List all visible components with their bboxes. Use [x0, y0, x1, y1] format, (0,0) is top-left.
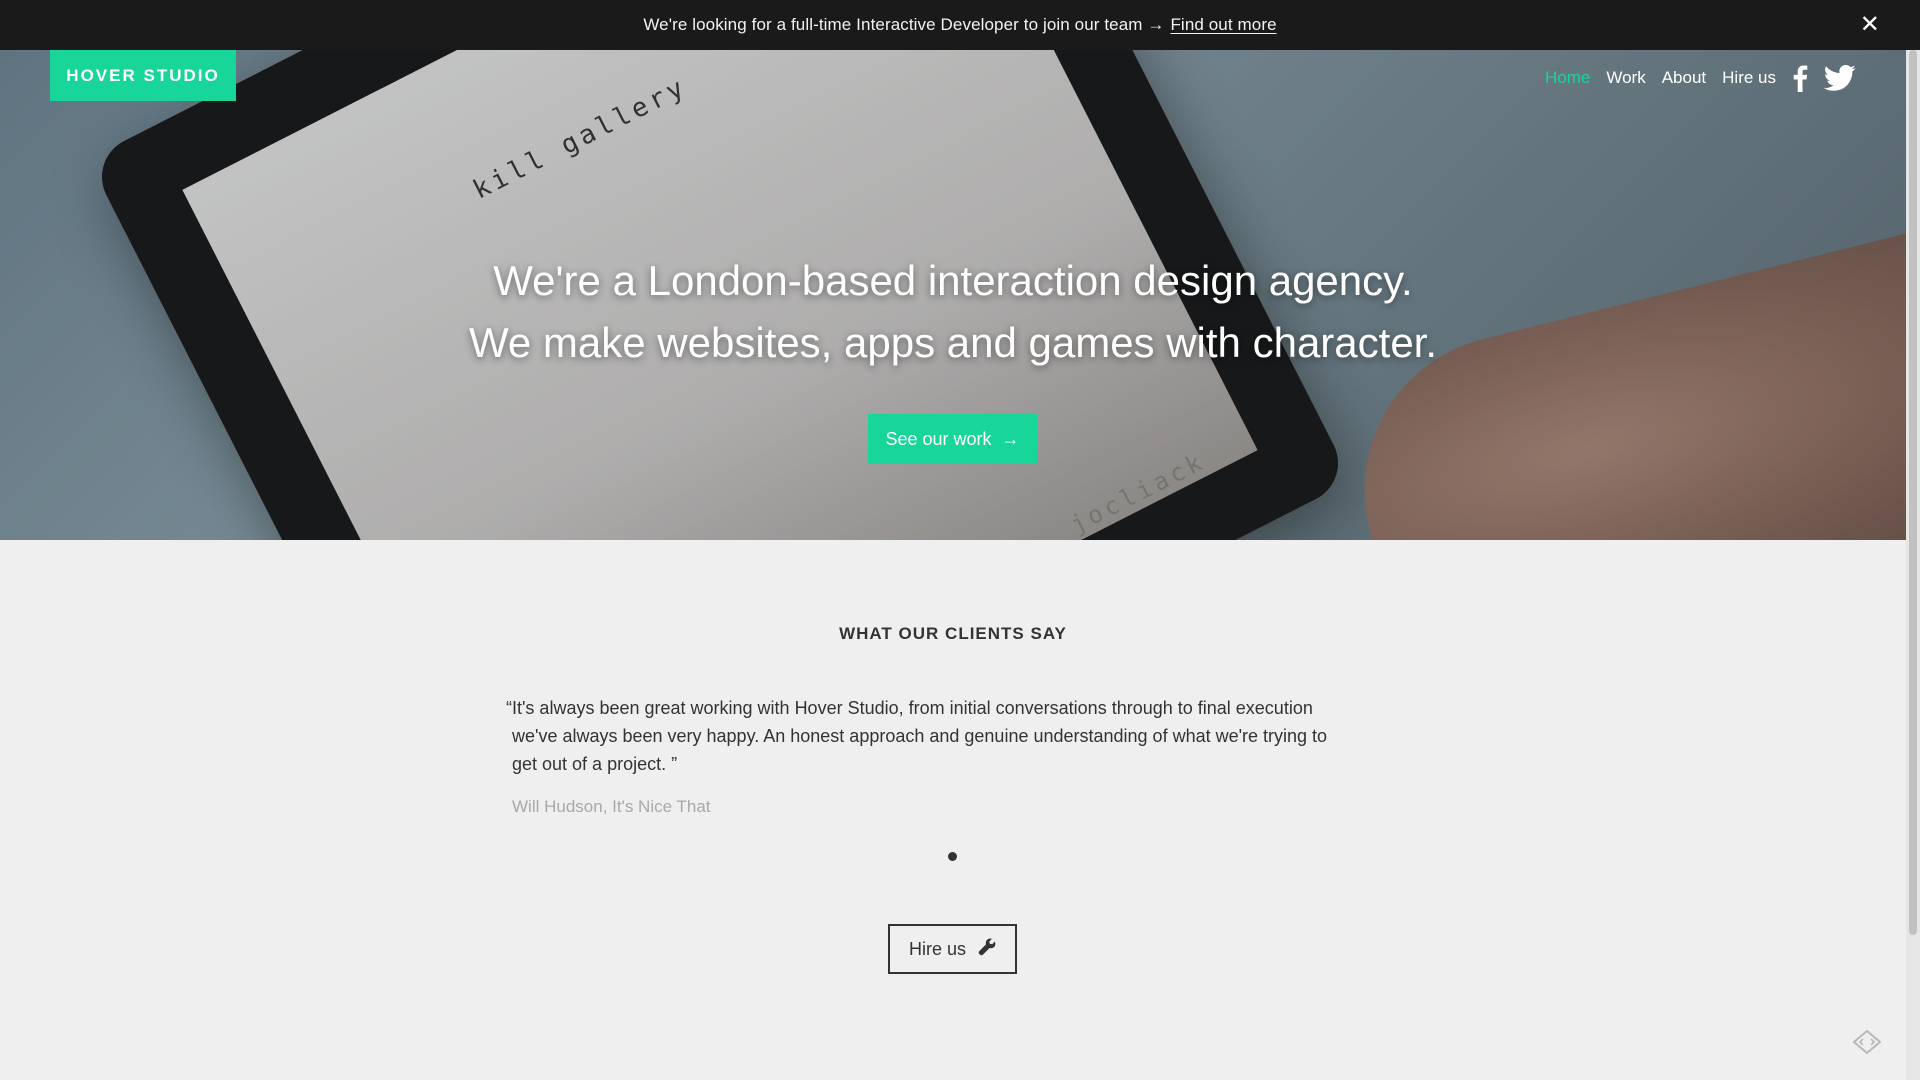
see-our-work-label: See our work	[885, 428, 992, 449]
headline-line-1: We're a London-based interaction design …	[493, 257, 1413, 304]
nav-item-home[interactable]: Home	[1545, 68, 1590, 88]
scrollbar-thumb[interactable]	[1909, 50, 1917, 935]
wrench-icon	[978, 938, 996, 961]
arrow-right-icon: →	[1001, 428, 1020, 449]
announcement-bar: We're looking for a full-time Interactiv…	[0, 0, 1920, 50]
logo[interactable]: HOVER STUDIO	[50, 50, 236, 101]
hire-us-label: Hire us	[908, 938, 966, 959]
hire-us-button[interactable]: Hire us	[888, 924, 1017, 974]
carousel-dot[interactable]	[948, 852, 957, 861]
nav-item-hire-us[interactable]: Hire us	[1722, 68, 1776, 88]
testimonials-title: WHAT OUR CLIENTS SAY	[839, 624, 1067, 643]
twitter-icon[interactable]	[1824, 65, 1856, 91]
nav-item-work[interactable]: Work	[1606, 68, 1645, 88]
main-nav: Home Work About Hire us	[1545, 64, 1856, 92]
nav-item-about[interactable]: About	[1662, 68, 1706, 88]
see-our-work-button[interactable]: See our work →	[868, 414, 1037, 464]
testimonial-author: Will Hudson, It's Nice That	[512, 797, 711, 816]
facebook-icon[interactable]	[1792, 64, 1808, 92]
page-scrollbar[interactable]	[1906, 50, 1920, 1080]
close-icon[interactable]: ✕	[1860, 11, 1880, 39]
hero-section: kill gallery jocliack We're a London-bas…	[0, 50, 1906, 540]
hero-headline: We're a London-based interaction design …	[0, 250, 1906, 374]
announcement-message: We're looking for a full-time Interactiv…	[643, 15, 1165, 34]
code-diamond-icon[interactable]	[1852, 1029, 1882, 1055]
headline-line-2: We make websites, apps and games with ch…	[468, 319, 1438, 366]
testimonial-quote: “It's always been great working with Hov…	[506, 698, 1328, 774]
find-out-more-link[interactable]: Find out more	[1170, 15, 1276, 35]
